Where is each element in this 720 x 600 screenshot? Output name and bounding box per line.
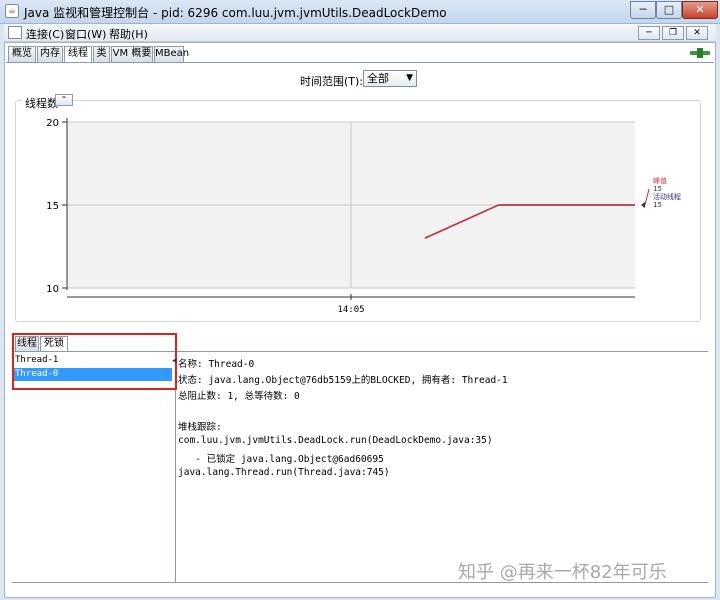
tab-mbean[interactable]: MBean <box>154 46 189 62</box>
stack-frame: java.lang.Thread.run(Thread.java:745) <box>178 467 390 478</box>
menu-help[interactable]: 帮助(H) <box>109 26 148 42</box>
maximize-button[interactable]: □ <box>656 1 682 19</box>
legend-connector <box>644 188 650 206</box>
chart-legend: 峰值15活动线程15 <box>641 176 681 209</box>
y-tick-label: 10 <box>46 284 59 295</box>
close-button[interactable]: ✕ <box>682 1 718 19</box>
highlight-frame <box>12 333 177 390</box>
tab-overview[interactable]: 概览 <box>8 46 36 62</box>
tab-divider <box>6 62 714 63</box>
stack-frame: - 已锁定 java.lang.Object@6ad60695 <box>178 454 384 465</box>
menu-window[interactable]: 窗口(W) <box>65 26 106 42</box>
tab-vm-summary[interactable]: VM 概要 <box>111 46 153 62</box>
chevron-down-icon: ▼ <box>406 73 413 83</box>
time-range-value: 全部 <box>367 72 389 85</box>
stack-frame: com.luu.jvm.jvmUtils.DeadLock.run(DeadLo… <box>178 435 493 446</box>
y-tick-label: 20 <box>46 118 59 129</box>
minimize-button[interactable]: ─ <box>630 1 656 19</box>
connection-icon <box>690 48 710 58</box>
detail-stack-label: 堆栈跟踪: <box>178 422 222 433</box>
menu-connect[interactable]: 连接(C) <box>26 26 64 42</box>
x-tick-label: 14:05 <box>337 305 364 315</box>
detail-counts: 总阻止数: 1, 总等待数: 0 <box>178 391 300 402</box>
window-title: Java 监视和管理控制台 - pid: 6296 com.luu.jvm.jv… <box>24 6 447 20</box>
tab-threads[interactable]: 线程 <box>64 46 92 63</box>
splitter-handle[interactable]: ◂ <box>172 356 177 366</box>
java-icon <box>8 26 22 39</box>
legend-value-peak: 15 <box>653 185 662 193</box>
mdi-minimize-button[interactable]: ─ <box>638 26 660 40</box>
detail-name: 名称: Thread-0 <box>178 359 255 370</box>
detail-state: 状态: java.lang.Object@76db5159上的BLOCKED, … <box>178 375 508 386</box>
legend-value-live: 15 <box>653 201 662 209</box>
y-tick-label: 15 <box>46 201 59 212</box>
time-range-select[interactable]: 全部 ▼ <box>363 70 417 87</box>
legend-label-live: 活动线程 <box>653 192 681 201</box>
tab-classes[interactable]: 类 <box>93 46 110 62</box>
thread-count-chart: 10152014:05 峰值15活动线程15 <box>46 118 681 315</box>
collapse-icon[interactable]: ⌃ <box>55 94 73 106</box>
mdi-restore-button[interactable]: ❐ <box>662 26 684 40</box>
menu-bar: 连接(C) 窗口(W) 帮助(H) ─ ❐ ✕ <box>4 24 716 42</box>
tab-memory[interactable]: 内存 <box>37 46 63 62</box>
java-app-icon: ☕ <box>5 4 19 18</box>
mdi-close-button[interactable]: ✕ <box>686 26 708 40</box>
watermark: 知乎 @再来一杯82年可乐 <box>458 562 667 583</box>
time-range-label: 时间范围(T): <box>300 75 364 88</box>
legend-marker <box>641 202 645 208</box>
thread-detail: 名称: Thread-0 状态: java.lang.Object@76db51… <box>178 352 708 582</box>
legend-label-peak: 峰值 <box>653 176 667 185</box>
